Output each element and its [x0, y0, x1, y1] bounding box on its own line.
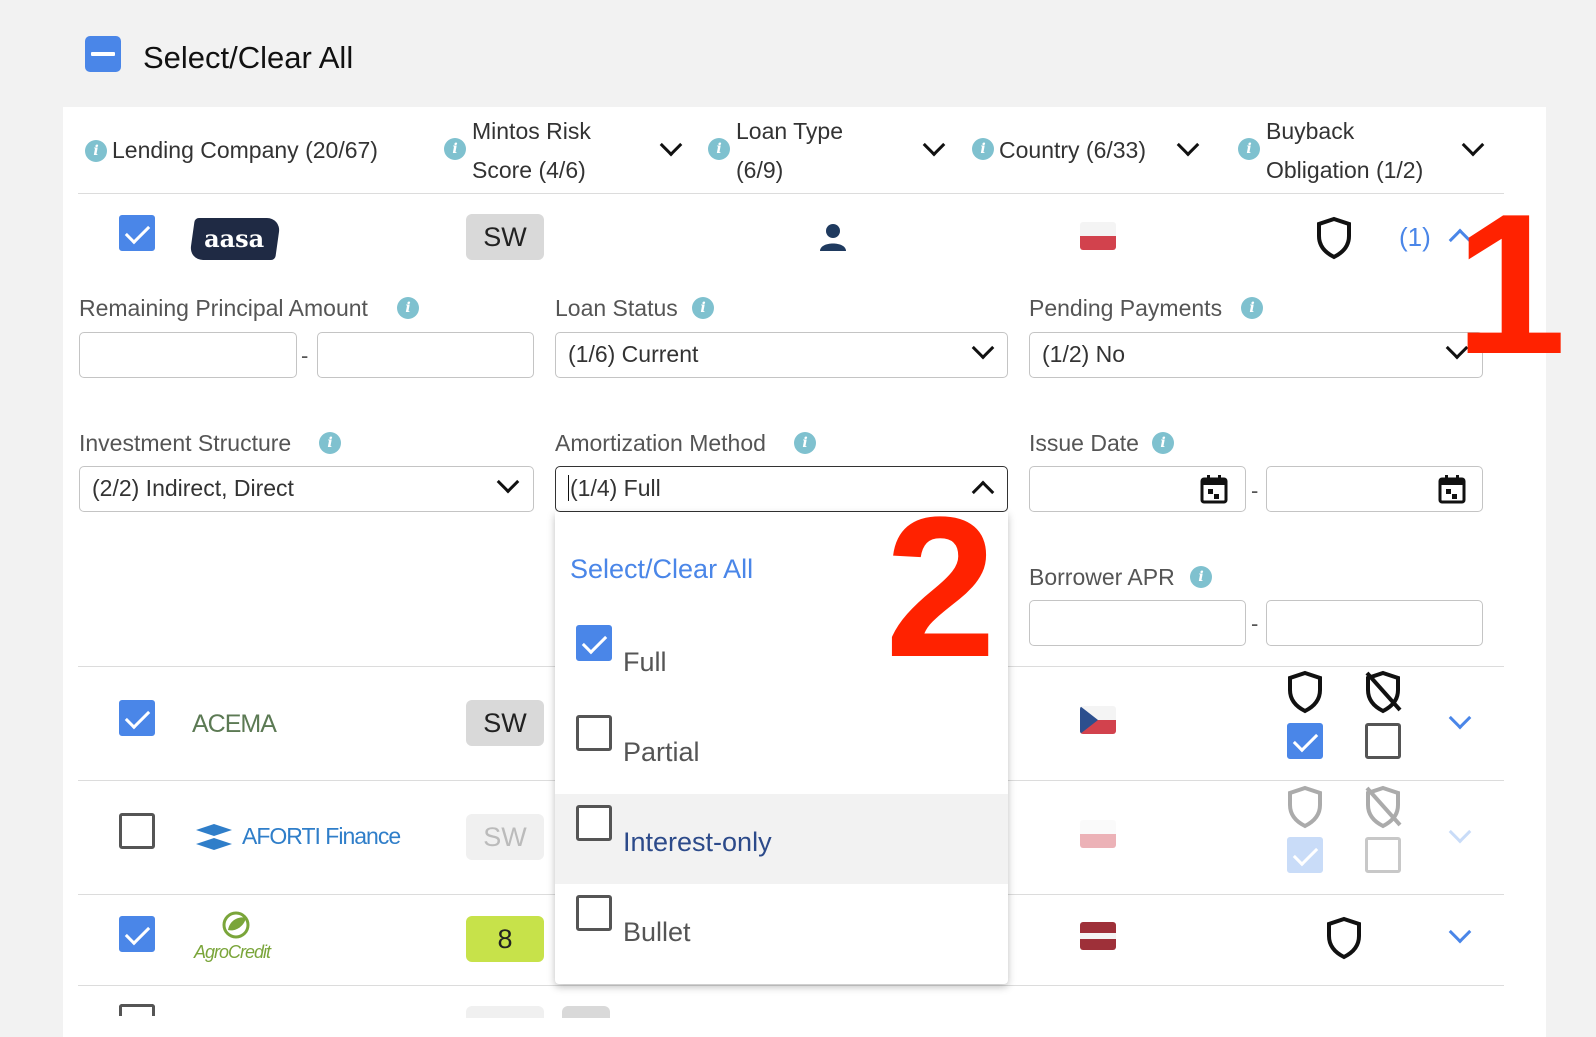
info-icon[interactable]: i — [972, 138, 994, 160]
company-logo-text: AgroCredit — [194, 942, 271, 962]
annotation-number-1: 1 — [1455, 173, 1567, 396]
investment-structure-value: (2/2) Indirect, Direct — [92, 475, 294, 501]
calendar-icon[interactable] — [1200, 474, 1228, 504]
company-logo-text: AFORTI Finance — [242, 823, 401, 849]
header-country[interactable]: Country (6/33) — [999, 130, 1146, 170]
pending-payments-value: (1/2) No — [1042, 341, 1126, 367]
annotation-number-2: 2 — [885, 476, 997, 699]
company-logo: ACEMA — [192, 705, 302, 745]
shield-off-icon — [1365, 670, 1402, 714]
label-amortization-method: Amortization Method — [555, 430, 766, 456]
info-icon[interactable]: i — [1241, 297, 1263, 319]
risk-score-badge: 8 — [466, 916, 544, 962]
leaf-icon — [222, 911, 250, 939]
header-loan-type-line2[interactable]: (6/9) — [736, 150, 783, 190]
row-checkbox[interactable] — [119, 700, 155, 736]
shield-off-icon — [1365, 785, 1402, 829]
flag-poland-icon — [1080, 222, 1116, 250]
row-checkbox[interactable] — [119, 215, 155, 251]
option-checkbox[interactable] — [576, 715, 612, 751]
label-issue-date: Issue Date — [1029, 430, 1139, 456]
info-icon[interactable]: i — [397, 297, 419, 319]
company-logo: aasa — [189, 218, 281, 260]
label-remaining-principal: Remaining Principal Amount — [79, 295, 368, 321]
shield-icon — [1288, 785, 1322, 829]
flag-poland-icon — [1080, 820, 1116, 848]
flag-latvia-icon — [1080, 922, 1116, 950]
buyback-no-checkbox[interactable] — [1365, 837, 1401, 873]
calendar-icon[interactable] — [1438, 474, 1466, 504]
dropdown-option-partial[interactable]: Partial — [555, 704, 1008, 794]
info-icon[interactable]: i — [692, 297, 714, 319]
header-risk-score-line1[interactable]: Mintos Risk — [472, 111, 591, 151]
shield-icon — [1288, 670, 1322, 714]
buyback-yes-checkbox[interactable] — [1287, 837, 1323, 873]
divider — [78, 985, 1504, 986]
info-icon[interactable]: i — [85, 140, 107, 162]
row-checkbox[interactable] — [119, 916, 155, 952]
buyback-no-checkbox[interactable] — [1365, 723, 1401, 759]
info-icon[interactable]: i — [708, 138, 730, 160]
divider — [78, 193, 1504, 194]
apr-from-input[interactable] — [1029, 600, 1246, 646]
principal-to-input[interactable] — [317, 332, 534, 378]
investment-structure-select[interactable]: (2/2) Indirect, Direct — [79, 466, 534, 512]
info-icon[interactable]: i — [1190, 566, 1212, 588]
info-icon[interactable]: i — [319, 432, 341, 454]
risk-score-badge — [466, 1006, 544, 1018]
dropdown-select-all[interactable]: Select/Clear All — [570, 554, 753, 585]
range-dash: - — [1251, 478, 1259, 503]
risk-score-badge: SW — [466, 814, 544, 860]
shield-icon — [1327, 916, 1361, 960]
option-checkbox[interactable] — [576, 625, 612, 661]
risk-score-badge — [562, 1006, 610, 1018]
label-borrower-apr: Borrower APR — [1029, 564, 1175, 590]
info-icon[interactable]: i — [1238, 138, 1260, 160]
apr-to-input[interactable] — [1266, 600, 1483, 646]
header-buyback-line2[interactable]: Obligation (1/2) — [1266, 150, 1423, 190]
risk-score-badge: SW — [466, 700, 544, 746]
company-logo-text: ACEMA — [192, 710, 277, 738]
person-icon — [820, 224, 846, 251]
option-label: Partial — [623, 737, 700, 767]
buyback-yes-checkbox[interactable] — [1287, 723, 1323, 759]
row-checkbox[interactable] — [119, 813, 155, 849]
label-investment-structure: Investment Structure — [79, 430, 292, 456]
label-loan-status: Loan Status — [555, 295, 678, 321]
info-icon[interactable]: i — [1152, 432, 1174, 454]
range-dash: - — [1251, 611, 1259, 636]
row-checkbox[interactable] — [119, 1004, 155, 1016]
risk-score-badge: SW — [466, 214, 544, 260]
select-all-checkbox[interactable] — [85, 36, 121, 72]
company-logo-text: aasa — [204, 224, 265, 253]
header-risk-score-line2[interactable]: Score (4/6) — [472, 150, 586, 190]
dropdown-option-bullet[interactable]: Bullet — [555, 884, 1008, 974]
option-checkbox[interactable] — [576, 895, 612, 931]
loan-status-select[interactable]: (1/6) Current — [555, 332, 1008, 378]
header-lending-company[interactable]: Lending Company (20/67) — [112, 130, 378, 170]
label-pending-payments: Pending Payments — [1029, 295, 1223, 321]
option-label: Full — [623, 647, 667, 677]
select-all-label: Select/Clear All — [143, 40, 354, 75]
amortization-method-value: (1/4) Full — [568, 475, 661, 501]
shield-icon — [1317, 216, 1351, 260]
flag-czech-icon — [1080, 706, 1116, 734]
range-dash: - — [301, 343, 309, 368]
option-checkbox[interactable] — [576, 805, 612, 841]
option-label: Interest-only — [623, 827, 772, 857]
pending-payments-select[interactable]: (1/2) No — [1029, 332, 1483, 378]
header-buyback-line1[interactable]: Buyback — [1266, 111, 1354, 151]
option-label: Bullet — [623, 917, 691, 947]
principal-from-input[interactable] — [79, 332, 297, 378]
loan-status-value: (1/6) Current — [568, 341, 699, 367]
dropdown-option-interest-only[interactable]: Interest-only — [555, 794, 1008, 884]
expand-count[interactable]: (1) — [1399, 222, 1431, 253]
company-logo-mark-icon — [196, 824, 232, 850]
info-icon[interactable]: i — [444, 138, 466, 160]
info-icon[interactable]: i — [794, 432, 816, 454]
header-loan-type-line1[interactable]: Loan Type — [736, 111, 843, 151]
